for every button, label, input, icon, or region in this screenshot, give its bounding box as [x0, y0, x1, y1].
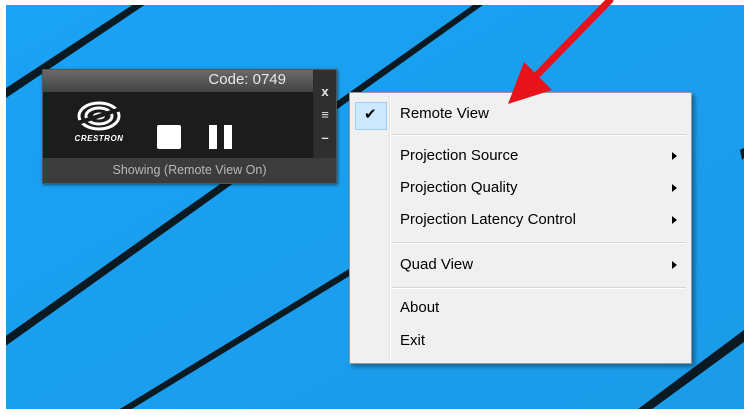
menu-item-projection-latency-control[interactable]: Projection Latency Control: [352, 205, 689, 235]
widget-title-bar[interactable]: Code: 0749: [43, 70, 313, 92]
menu-item-label: Projection Quality: [400, 179, 518, 196]
menu-item-projection-source[interactable]: Projection Source: [352, 141, 689, 171]
widget-side-controls: x ≡ –: [314, 70, 336, 158]
stop-button[interactable]: [157, 125, 181, 149]
minimize-icon[interactable]: –: [319, 131, 331, 144]
crestron-airmedia-widget[interactable]: Code: 0749 CRESTRON x ≡ – Showing (Remot…: [42, 69, 337, 184]
menu-item-label: Projection Latency Control: [400, 211, 576, 228]
close-icon[interactable]: x: [319, 85, 331, 98]
menu-item-label: Remote View: [400, 105, 489, 122]
menu-separator: [392, 134, 686, 136]
context-menu: ✔ Remote View Projection Source Projecti…: [349, 92, 692, 364]
menu-item-label: Quad View: [400, 256, 474, 273]
submenu-arrow-icon: [672, 184, 677, 192]
submenu-arrow-icon: [672, 152, 677, 160]
pause-bar-right: [224, 125, 232, 149]
crestron-logo: CRESTRON: [67, 96, 131, 152]
submenu-arrow-icon: [672, 216, 677, 224]
pause-bar-left: [209, 125, 217, 149]
menu-item-remote-view[interactable]: ✔ Remote View: [352, 99, 689, 130]
menu-separator: [392, 242, 686, 244]
pause-button[interactable]: [209, 125, 235, 149]
menu-item-label: Projection Source: [400, 147, 519, 164]
widget-body: CRESTRON: [43, 92, 313, 158]
menu-item-label: Exit: [400, 332, 426, 349]
widget-status-text: Showing (Remote View On): [43, 158, 336, 183]
menu-item-projection-quality[interactable]: Projection Quality: [352, 173, 689, 203]
menu-item-label: About: [400, 299, 440, 316]
checked-indicator: ✔: [355, 102, 387, 130]
menu-item-exit[interactable]: Exit: [352, 326, 689, 356]
submenu-arrow-icon: [672, 261, 677, 269]
menu-item-about[interactable]: About: [352, 293, 689, 323]
checkmark-icon: ✔: [364, 106, 377, 123]
crestron-logo-text: CRESTRON: [74, 134, 124, 143]
menu-separator: [392, 287, 686, 289]
menu-icon[interactable]: ≡: [319, 108, 331, 121]
crestron-swirl-icon: [75, 101, 123, 131]
connection-code: Code: 0749: [208, 71, 286, 88]
menu-item-quad-view[interactable]: Quad View: [352, 250, 689, 280]
